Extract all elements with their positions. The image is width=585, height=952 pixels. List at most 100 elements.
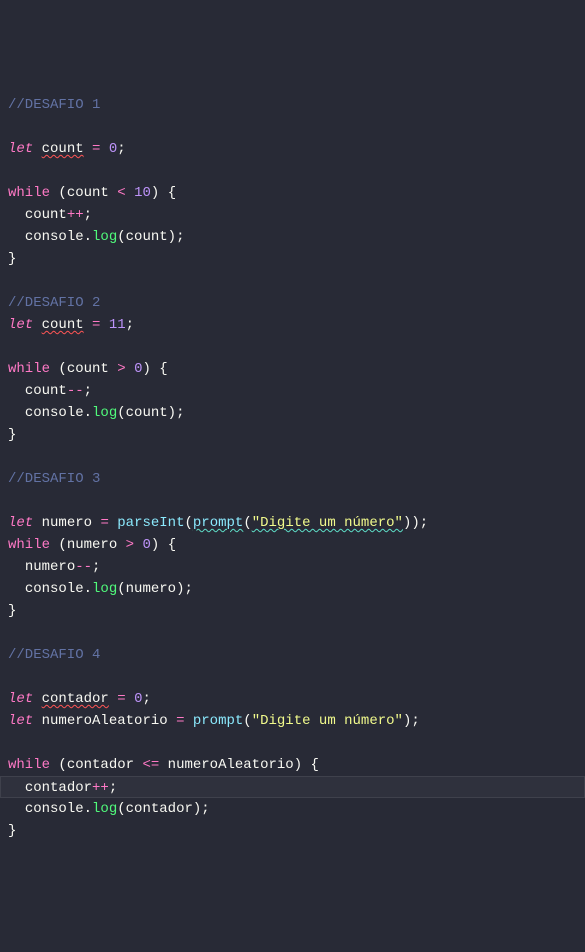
- token-keyword: while: [8, 757, 50, 773]
- token-var: count: [25, 207, 67, 223]
- code-line: console.log(numero);: [8, 578, 577, 600]
- token-punct: ): [151, 537, 159, 553]
- token-punct: ;: [176, 229, 184, 245]
- token-storage: let: [8, 515, 33, 531]
- token-punct: {: [168, 537, 176, 553]
- token-keyword: while: [8, 361, 50, 377]
- token-operator: =: [92, 317, 100, 333]
- code-line: let count = 11;: [8, 314, 577, 336]
- code-line: [8, 666, 577, 688]
- code-line: numero--;: [8, 556, 577, 578]
- token-var: numero: [126, 581, 176, 597]
- code-line: contador++;: [0, 776, 585, 798]
- token-operator: =: [100, 515, 108, 531]
- token-punct: }: [8, 823, 16, 839]
- token-punct: .: [84, 229, 92, 245]
- code-line: [8, 270, 577, 292]
- token-punct: (: [117, 801, 125, 817]
- token-punct: ): [168, 229, 176, 245]
- code-line: [8, 336, 577, 358]
- token-punct: (: [243, 515, 251, 531]
- code-line: [8, 732, 577, 754]
- code-line: let count = 0;: [8, 138, 577, 160]
- token-fn: prompt: [193, 713, 243, 729]
- token-var: count: [42, 317, 84, 333]
- code-line: [8, 116, 577, 138]
- code-line: let numero = parseInt(prompt("Digite um …: [8, 512, 577, 534]
- token-operator: =: [176, 713, 184, 729]
- code-line: let numeroAleatorio = prompt("Digite um …: [8, 710, 577, 732]
- token-punct: ): [168, 405, 176, 421]
- code-line: [8, 446, 577, 468]
- token-var: count: [42, 141, 84, 157]
- token-operator: --: [67, 383, 84, 399]
- token-method: log: [92, 405, 117, 421]
- token-operator: =: [92, 141, 100, 157]
- token-punct: ;: [201, 801, 209, 817]
- token-var: numero: [42, 515, 92, 531]
- code-line: console.log(count);: [8, 226, 577, 248]
- code-line: [8, 622, 577, 644]
- token-operator: <=: [142, 757, 159, 773]
- token-number: 11: [109, 317, 126, 333]
- code-line: let contador = 0;: [8, 688, 577, 710]
- code-line: }: [8, 248, 577, 270]
- token-punct: (: [184, 515, 192, 531]
- token-punct: ): [151, 185, 159, 201]
- token-comment: //DESAFIO 3: [8, 471, 100, 487]
- token-method: log: [92, 229, 117, 245]
- token-punct: (: [58, 537, 66, 553]
- token-punct: (: [58, 361, 66, 377]
- token-var: count: [67, 361, 109, 377]
- token-punct: {: [159, 361, 167, 377]
- token-var: count: [126, 405, 168, 421]
- token-operator: ++: [92, 780, 109, 796]
- token-var: contador: [25, 780, 92, 796]
- token-punct: ): [294, 757, 302, 773]
- code-line: [8, 160, 577, 182]
- token-punct: .: [84, 801, 92, 817]
- code-line: //DESAFIO 4: [8, 644, 577, 666]
- token-var: contador: [67, 757, 134, 773]
- token-number: 0: [109, 141, 117, 157]
- code-line: console.log(contador);: [8, 798, 577, 820]
- code-editor[interactable]: //DESAFIO 1let count = 0;while (count < …: [8, 94, 577, 842]
- code-line: count++;: [8, 204, 577, 226]
- code-line: while (contador <= numeroAleatorio) {: [8, 754, 577, 776]
- token-punct: (: [243, 713, 251, 729]
- token-keyword: while: [8, 537, 50, 553]
- token-operator: >: [117, 361, 125, 377]
- token-method: log: [92, 801, 117, 817]
- token-storage: let: [8, 317, 33, 333]
- token-var: count: [126, 229, 168, 245]
- code-line: }: [8, 424, 577, 446]
- token-punct: (: [117, 405, 125, 421]
- token-punct: }: [8, 603, 16, 619]
- token-punct: ;: [117, 141, 125, 157]
- token-punct: ;: [126, 317, 134, 333]
- token-punct: {: [311, 757, 319, 773]
- token-keyword: while: [8, 185, 50, 201]
- token-punct: (: [58, 757, 66, 773]
- token-comment: //DESAFIO 4: [8, 647, 100, 663]
- code-line: //DESAFIO 2: [8, 292, 577, 314]
- token-storage: let: [8, 141, 33, 157]
- token-punct: ): [142, 361, 150, 377]
- token-operator: ++: [67, 207, 84, 223]
- token-comment: //DESAFIO 1: [8, 97, 100, 113]
- token-method: log: [92, 581, 117, 597]
- code-line: count--;: [8, 380, 577, 402]
- token-punct: {: [168, 185, 176, 201]
- token-var: count: [25, 383, 67, 399]
- token-punct: }: [8, 427, 16, 443]
- token-operator: >: [126, 537, 134, 553]
- token-fn: prompt: [193, 515, 243, 531]
- token-obj: console: [25, 801, 84, 817]
- code-line: while (count > 0) {: [8, 358, 577, 380]
- token-obj: console: [25, 405, 84, 421]
- token-punct: .: [84, 581, 92, 597]
- token-punct: (: [117, 229, 125, 245]
- token-punct: ;: [411, 713, 419, 729]
- code-line: //DESAFIO 3: [8, 468, 577, 490]
- token-fn: parseInt: [117, 515, 184, 531]
